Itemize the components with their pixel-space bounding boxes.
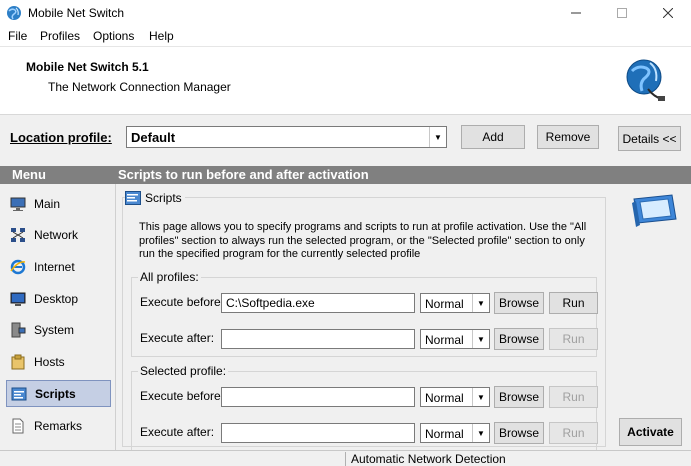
monitor-icon <box>10 197 26 211</box>
selected-after-mode-select[interactable]: Normal ▼ <box>420 423 490 443</box>
sidebar-item-desktop[interactable]: Desktop <box>6 285 111 312</box>
selected-before-label: Execute before: <box>140 389 225 403</box>
selected-profile-group: Selected profile: Execute before: Normal… <box>131 364 598 451</box>
maximize-button[interactable] <box>599 0 645 26</box>
app-title: Mobile Net Switch 5.1 <box>26 60 149 74</box>
location-profile-value: Default <box>131 130 176 145</box>
location-toolbar: Location profile: Default ▼ Add Remove D… <box>0 114 691 166</box>
chevron-down-icon[interactable]: ▼ <box>472 294 489 312</box>
details-button[interactable]: Details << <box>618 126 681 151</box>
add-button[interactable]: Add <box>461 125 525 149</box>
sidebar-item-main[interactable]: Main <box>6 190 111 217</box>
selected-before-run-button[interactable]: Run <box>549 386 598 408</box>
minimize-button[interactable] <box>553 0 599 26</box>
network-icon <box>11 227 25 242</box>
all-execute-after-input[interactable] <box>221 329 415 349</box>
menu-bar: File Profiles Options Help <box>0 26 691 46</box>
all-before-label: Execute before: <box>140 295 225 309</box>
selected-after-browse-button[interactable]: Browse <box>494 422 544 444</box>
close-icon <box>663 8 673 18</box>
all-before-browse-button[interactable]: Browse <box>494 292 544 314</box>
selected-execute-before-input[interactable] <box>221 387 415 407</box>
selected-after-run-button[interactable]: Run <box>549 422 598 444</box>
remove-button[interactable]: Remove <box>537 125 599 149</box>
close-button[interactable] <box>645 0 691 26</box>
system-icon <box>11 322 26 337</box>
menu-options[interactable]: Options <box>93 29 134 43</box>
scripts-group-title: Scripts <box>125 191 185 205</box>
selected-profile-title: Selected profile: <box>138 364 229 378</box>
header-banner: Mobile Net Switch 5.1 The Network Connec… <box>0 46 691 114</box>
all-after-run-button[interactable]: Run <box>549 328 598 350</box>
menu-file[interactable]: File <box>8 29 27 43</box>
chevron-down-icon[interactable]: ▼ <box>472 388 489 406</box>
all-before-run-button[interactable]: Run <box>549 292 598 314</box>
app-subtitle: The Network Connection Manager <box>48 80 231 94</box>
scripts-icon <box>125 191 141 205</box>
sidebar-item-network[interactable]: Network <box>6 221 111 248</box>
sidebar-item-hosts[interactable]: Hosts <box>6 348 111 375</box>
sidebar-item-system[interactable]: System <box>6 316 111 343</box>
sidebar-item-scripts[interactable]: Scripts <box>6 380 111 407</box>
all-after-mode-select[interactable]: Normal ▼ <box>420 329 490 349</box>
hosts-icon <box>11 354 25 369</box>
minimize-icon <box>571 12 581 14</box>
section-header: Menu Scripts to run before and after act… <box>0 166 691 184</box>
scripts-large-icon <box>632 194 677 227</box>
window-title: Mobile Net Switch <box>28 6 125 20</box>
globe-network-icon <box>626 59 665 101</box>
remarks-icon <box>12 418 24 433</box>
location-profile-label: Location profile: <box>10 130 112 145</box>
sidebar-item-internet[interactable]: Internet <box>6 253 111 280</box>
scripts-panel: Scripts This page allows you to specify … <box>116 184 691 451</box>
selected-before-mode-select[interactable]: Normal ▼ <box>420 387 490 407</box>
status-divider <box>345 452 346 466</box>
all-profiles-group: All profiles: Execute before: C:\Softped… <box>131 270 598 357</box>
scripts-description: This page allows you to specify programs… <box>139 221 587 260</box>
sidebar-item-remarks[interactable]: Remarks <box>6 412 111 439</box>
status-bar: Automatic Network Detection <box>0 450 691 466</box>
menu-profiles[interactable]: Profiles <box>40 29 80 43</box>
menu-help[interactable]: Help <box>149 29 174 43</box>
title-bar: Mobile Net Switch <box>0 0 691 26</box>
all-profiles-title: All profiles: <box>138 270 201 284</box>
sidebar-menu: Main Network Internet Desktop System Hos… <box>0 184 116 450</box>
all-execute-before-input[interactable]: C:\Softpedia.exe <box>221 293 415 313</box>
status-text: Automatic Network Detection <box>351 452 506 466</box>
location-profile-select[interactable]: Default ▼ <box>126 126 447 148</box>
activate-button[interactable]: Activate <box>619 418 682 446</box>
menu-title: Menu <box>12 167 46 182</box>
scripts-group: Scripts This page allows you to specify … <box>122 191 606 451</box>
selected-execute-after-input[interactable] <box>221 423 415 443</box>
selected-before-browse-button[interactable]: Browse <box>494 386 544 408</box>
chevron-down-icon[interactable]: ▼ <box>472 424 489 442</box>
all-after-browse-button[interactable]: Browse <box>494 328 544 350</box>
app-globe-icon <box>7 6 21 20</box>
chevron-down-icon[interactable]: ▼ <box>472 330 489 348</box>
scripts-icon <box>11 387 27 400</box>
desktop-icon <box>10 292 26 306</box>
page-title: Scripts to run before and after activati… <box>118 167 369 182</box>
all-after-label: Execute after: <box>140 331 215 345</box>
selected-after-label: Execute after: <box>140 425 215 439</box>
internet-explorer-icon <box>10 259 26 274</box>
maximize-icon <box>617 8 627 18</box>
chevron-down-icon[interactable]: ▼ <box>429 127 446 147</box>
all-before-mode-select[interactable]: Normal ▼ <box>420 293 490 313</box>
